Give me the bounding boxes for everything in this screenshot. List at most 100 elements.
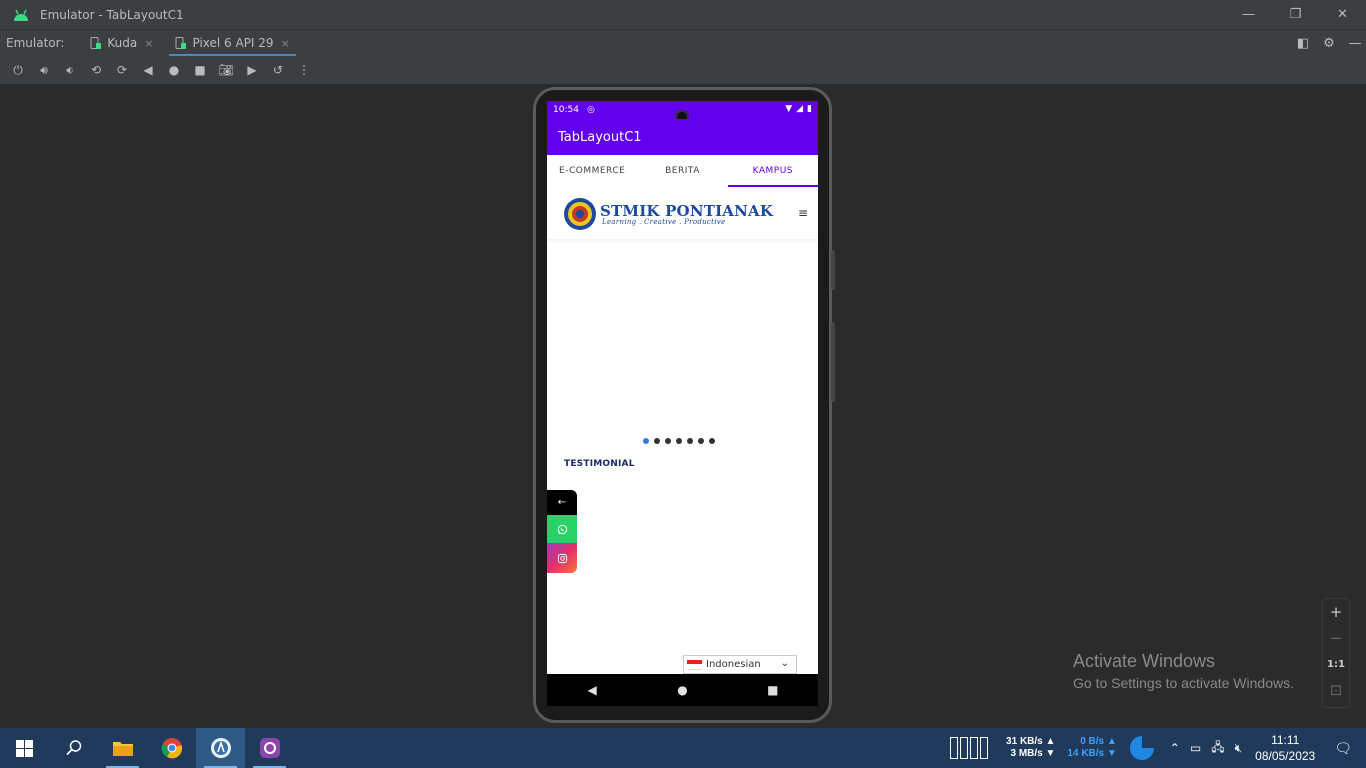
activate-windows-subtitle: Go to Settings to activate Windows. bbox=[1073, 675, 1294, 691]
tab-kuda-close-icon[interactable]: × bbox=[144, 37, 153, 50]
taskbar-chrome[interactable] bbox=[147, 728, 196, 768]
zoom-fit-button[interactable]: ⊡ bbox=[1330, 677, 1343, 703]
zoom-out-button[interactable]: − bbox=[1330, 625, 1343, 651]
taskbar-file-explorer[interactable] bbox=[98, 728, 147, 768]
volume-muted-icon[interactable]: 🔇︎ bbox=[1235, 741, 1243, 756]
clock[interactable]: 11:11 08/05/2023 bbox=[1255, 732, 1315, 764]
net-download: 3 MB/s bbox=[1010, 748, 1043, 759]
home-icon[interactable]: ● bbox=[161, 56, 187, 84]
hide-panel-icon[interactable]: — bbox=[1348, 36, 1362, 51]
phone-power-button bbox=[831, 250, 835, 290]
carousel-dot[interactable] bbox=[643, 438, 649, 444]
device-icon bbox=[175, 37, 187, 49]
phone-volume-button bbox=[831, 322, 835, 402]
tab-pixel-close-icon[interactable]: × bbox=[281, 37, 290, 50]
nav-recents-icon[interactable]: ■ bbox=[753, 683, 793, 697]
floating-social-bar: ← bbox=[547, 490, 577, 573]
start-button[interactable] bbox=[0, 728, 49, 768]
close-window-button[interactable]: ✕ bbox=[1319, 0, 1366, 29]
power-icon[interactable]: ⏻ bbox=[5, 56, 31, 84]
android-studio-icon bbox=[210, 738, 231, 758]
window-title: Emulator - TabLayoutC1 bbox=[40, 7, 184, 22]
notifications-icon[interactable]: 🗨︎ bbox=[1334, 740, 1352, 757]
app-title: TabLayoutC1 bbox=[558, 129, 642, 145]
more-icon[interactable]: ⋮ bbox=[291, 56, 317, 84]
tab-pixel-6-api-29[interactable]: Pixel 6 API 29 × bbox=[169, 30, 297, 57]
snapshot-icon[interactable]: ↺ bbox=[265, 56, 291, 84]
camera-icon[interactable]: 📷︎ bbox=[213, 56, 239, 84]
network-monitor: 31 KB/s ▲ 3 MB/s ▼ bbox=[1006, 736, 1056, 759]
language-select[interactable]: Indonesian ⌄ bbox=[683, 655, 797, 674]
tab-layout: E-COMMERCE BERITA KAMPUS bbox=[547, 155, 818, 187]
whatsapp-icon[interactable] bbox=[547, 515, 577, 543]
chrome-icon bbox=[161, 738, 182, 759]
volume-up-icon[interactable]: 🔊︎ bbox=[31, 56, 57, 84]
meet-now-icon[interactable]: ▭ bbox=[1190, 741, 1201, 755]
rotate-right-icon[interactable]: ⟳ bbox=[109, 56, 135, 84]
android-icon bbox=[14, 9, 28, 21]
carousel-dot[interactable] bbox=[698, 438, 704, 444]
taskbar-android-studio[interactable] bbox=[196, 728, 245, 768]
system-tray: 31 KB/s ▲ 3 MB/s ▼ 0 B/s ▲ 14 KB/s ▼ ⌃ ▭… bbox=[950, 728, 1366, 768]
instagram-icon[interactable] bbox=[547, 543, 577, 573]
disk-write: 14 KB/s bbox=[1067, 748, 1105, 759]
carousel-dot[interactable] bbox=[687, 438, 693, 444]
carousel-dot[interactable] bbox=[665, 438, 671, 444]
tab-pixel-label: Pixel 6 API 29 bbox=[192, 36, 274, 50]
minimize-button[interactable]: — bbox=[1225, 0, 1272, 29]
hamburger-menu-icon[interactable]: ≡ bbox=[798, 206, 808, 220]
zoom-actual-size-button[interactable]: 1:1 bbox=[1327, 651, 1345, 677]
nav-back-icon[interactable]: ◀ bbox=[572, 683, 612, 697]
back-icon[interactable]: ◀ bbox=[135, 56, 161, 84]
webview-content: STMIK PONTIANAK Learning . Creative . Pr… bbox=[547, 187, 818, 674]
overview-icon[interactable]: ■ bbox=[187, 56, 213, 84]
zoom-controls: + − 1:1 ⊡ bbox=[1322, 598, 1350, 708]
tab-e-commerce[interactable]: E-COMMERCE bbox=[547, 155, 637, 187]
indonesia-flag-icon bbox=[687, 659, 702, 670]
battery-icon: ▮ bbox=[807, 104, 812, 114]
carousel-dot[interactable] bbox=[654, 438, 660, 444]
tab-berita[interactable]: BERITA bbox=[637, 155, 727, 187]
device-bars-icon bbox=[950, 737, 989, 759]
taskbar-github-desktop[interactable] bbox=[245, 728, 294, 768]
disk-read: 0 B/s bbox=[1080, 736, 1105, 747]
gear-icon[interactable]: ⚙ bbox=[1322, 36, 1336, 51]
clock-date: 08/05/2023 bbox=[1255, 749, 1316, 763]
carousel-dot[interactable] bbox=[676, 438, 682, 444]
emulator-label: Emulator: bbox=[6, 36, 65, 50]
volume-down-icon[interactable]: 🔉︎ bbox=[57, 56, 83, 84]
search-icon bbox=[65, 740, 81, 756]
record-icon[interactable]: ▶ bbox=[239, 56, 265, 84]
nav-home-icon[interactable]: ● bbox=[662, 683, 702, 697]
layout-icon[interactable]: ◧ bbox=[1296, 36, 1310, 51]
disk-monitor: 0 B/s ▲ 14 KB/s ▼ bbox=[1067, 736, 1117, 759]
tab-kuda[interactable]: Kuda × bbox=[84, 30, 159, 57]
carousel-dots bbox=[643, 438, 715, 444]
folder-icon bbox=[112, 742, 133, 756]
search-button[interactable] bbox=[49, 728, 98, 768]
net-upload: 31 KB/s bbox=[1006, 736, 1043, 747]
chevron-up-icon[interactable]: ⌃ bbox=[1170, 741, 1180, 755]
logo-tagline: Learning . Creative . Productive bbox=[602, 218, 726, 226]
activate-windows-watermark: Activate Windows Go to Settings to activ… bbox=[1073, 651, 1294, 691]
collapse-arrow-icon[interactable]: ← bbox=[547, 490, 577, 515]
device-icon bbox=[90, 37, 102, 49]
restore-button[interactable]: ❐ bbox=[1272, 0, 1319, 29]
signal-icon: ◢ bbox=[796, 104, 804, 114]
chevron-down-icon: ⌄ bbox=[780, 658, 789, 669]
carousel-dot[interactable] bbox=[709, 438, 715, 444]
clock-time: 11:11 bbox=[1271, 733, 1300, 747]
zoom-in-button[interactable]: + bbox=[1330, 599, 1343, 625]
activate-windows-title: Activate Windows bbox=[1073, 651, 1216, 671]
section-title-testimonial: TESTIMONIAL bbox=[564, 459, 635, 469]
github-desktop-icon bbox=[259, 738, 280, 758]
windows-taskbar: 31 KB/s ▲ 3 MB/s ▼ 0 B/s ▲ 14 KB/s ▼ ⌃ ▭… bbox=[0, 728, 1366, 768]
network-icon[interactable]: 🖧︎ bbox=[1211, 738, 1224, 759]
window-titlebar: Emulator - TabLayoutC1 — ❐ ✕ bbox=[0, 0, 1366, 29]
status-time: 10:54 bbox=[553, 105, 579, 115]
emulator-toolbar: ⏻ 🔊︎ 🔉︎ ⟲ ⟳ ◀ ● ■ 📷︎ ▶ ↺ ⋮ bbox=[0, 56, 1366, 84]
device-screen[interactable]: 10:54 ◎ ▼ ◢ ▮ TabLayoutC1 E-COMMERCE BER… bbox=[547, 101, 818, 706]
tab-kampus[interactable]: KAMPUS bbox=[727, 155, 818, 187]
rotate-left-icon[interactable]: ⟲ bbox=[83, 56, 109, 84]
stmik-seal-logo[interactable] bbox=[563, 197, 597, 231]
